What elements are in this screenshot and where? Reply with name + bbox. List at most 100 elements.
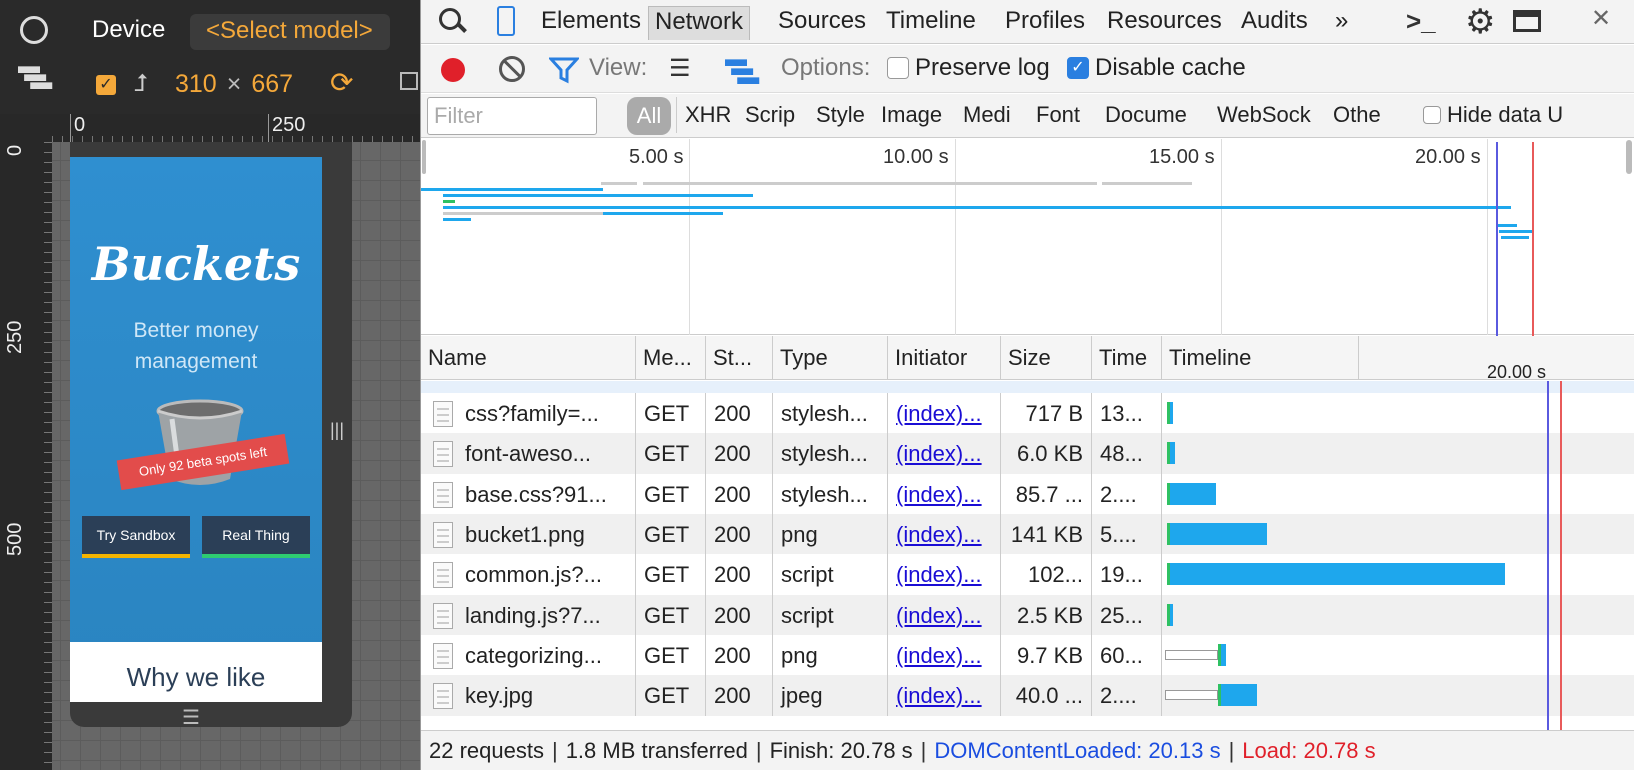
filter-all-button[interactable]: All	[627, 97, 671, 135]
timeline-bar[interactable]	[1217, 684, 1257, 707]
filter-xhr[interactable]: XHR	[685, 102, 730, 128]
view-label: View:	[589, 54, 648, 81]
clear-icon[interactable]	[499, 56, 525, 82]
column-size[interactable]: Size	[1001, 336, 1092, 380]
width-input[interactable]: 310	[175, 70, 217, 98]
emulated-page[interactable]: Buckets Better money management Only 92 …	[70, 157, 322, 702]
cell-time: 19...	[1092, 554, 1162, 596]
close-icon[interactable]: ✕	[1591, 4, 1611, 33]
filter-media[interactable]: Medi	[963, 102, 1019, 128]
timeline-bar[interactable]	[1166, 442, 1176, 465]
device-model-select[interactable]: <Select model>	[190, 14, 390, 50]
cell-time: 13...	[1092, 393, 1162, 434]
domcontentloaded-time: DOMContentLoaded: 20.13 s	[934, 738, 1221, 763]
record-button[interactable]	[441, 58, 465, 82]
timeline-bar[interactable]	[1166, 482, 1216, 505]
timeline-bar[interactable]	[1166, 603, 1174, 626]
media-query-icon[interactable]: ▬ ▬ ▬	[18, 55, 52, 93]
disable-cache-label: Disable cache	[1095, 54, 1246, 81]
ruler-tick	[268, 114, 269, 142]
cell-type: stylesh...	[773, 393, 888, 434]
cell-size: 717 B	[1001, 393, 1092, 434]
filter-websockets[interactable]: WebSock	[1217, 102, 1321, 128]
disable-emulation-icon[interactable]	[20, 16, 48, 44]
brand-logo: Buckets	[91, 237, 301, 291]
tab-profiles[interactable]: Profiles	[999, 6, 1091, 40]
tab-sources[interactable]: Sources	[772, 6, 872, 40]
timeline-bar[interactable]	[1166, 563, 1505, 586]
fit-to-window-icon[interactable]	[400, 72, 418, 90]
overview-tick-label: 15.00 s	[1149, 146, 1215, 168]
overview-icon[interactable]: ▬ ▬ ▬	[725, 48, 759, 88]
height-input[interactable]: 667	[251, 70, 293, 98]
cell-initiator[interactable]: (index)...	[888, 634, 1001, 676]
device-mode-checkbox[interactable]: ✓	[96, 75, 116, 95]
column-timeline[interactable]: Timeline	[1162, 336, 1634, 380]
load-line	[1560, 381, 1562, 730]
cell-status: 200	[706, 473, 773, 515]
tab-network[interactable]: Network	[648, 6, 751, 40]
try-sandbox-button[interactable]: Try Sandbox	[82, 516, 190, 558]
tab-audits[interactable]: Audits	[1235, 6, 1314, 40]
timeline-bar[interactable]	[1217, 643, 1227, 666]
rotate-icon[interactable]: ⟳	[330, 66, 353, 99]
status-bar: 22 requests | 1.8 MB transferred | Finish: 2…	[421, 730, 1634, 770]
column-method[interactable]: Me...	[636, 336, 706, 380]
timeline-bar-waiting	[1166, 603, 1170, 626]
filter-styles[interactable]: Style	[816, 102, 866, 128]
filter-scripts[interactable]: Scrip	[745, 102, 802, 128]
large-rows-icon[interactable]: ☰	[669, 54, 691, 83]
overview-gridline	[1487, 139, 1488, 335]
tagline: Better money management	[70, 315, 322, 377]
cell-name: common.js?...	[421, 554, 636, 596]
swap-dimensions-icon[interactable]: ⮥	[134, 70, 148, 98]
tab-resources[interactable]: Resources	[1101, 6, 1228, 40]
tab-timeline[interactable]: Timeline	[880, 6, 982, 40]
column-name[interactable]: Name	[421, 336, 636, 380]
tagline-line: Better money	[133, 319, 259, 342]
timeline-bar[interactable]	[1166, 402, 1174, 424]
device-emulation-pane: ▬ ▬ ▬ Device <Select model> ✓ ⮥ 310 × 667 …	[0, 0, 420, 770]
column-initiator[interactable]: Initiator	[888, 336, 1001, 380]
devtools-window: ▬ ▬ ▬ Device <Select model> ✓ ⮥ 310 × 667 …	[0, 0, 1634, 770]
tab-elements[interactable]: Elements	[535, 6, 647, 40]
separator: |	[755, 738, 762, 763]
filter-input[interactable]	[427, 97, 597, 135]
cell-initiator[interactable]: (index)...	[888, 473, 1001, 515]
disable-cache-checkbox[interactable]: ✓	[1067, 57, 1089, 79]
cell-initiator[interactable]: (index)...	[888, 433, 1001, 475]
console-drawer-icon[interactable]: >_	[1406, 6, 1436, 37]
filter-images[interactable]: Image	[881, 102, 949, 128]
overview-left-handle[interactable]	[422, 140, 426, 174]
dock-side-icon[interactable]	[1513, 10, 1541, 32]
filter-icon[interactable]	[549, 56, 579, 84]
table-row-partial[interactable]	[421, 381, 1634, 393]
cell-initiator[interactable]: (index)...	[888, 554, 1001, 596]
settings-gear-icon[interactable]: ⚙	[1465, 2, 1495, 42]
overview-bar	[1497, 224, 1517, 227]
column-type[interactable]: Type	[773, 336, 888, 380]
filter-documents[interactable]: Docume	[1105, 102, 1203, 128]
more-tabs-icon[interactable]: »	[1329, 6, 1354, 40]
device-toolbar: ▬ ▬ ▬ Device <Select model> ✓ ⮥ 310 × 667 …	[0, 0, 420, 114]
real-thing-button[interactable]: Real Thing	[202, 516, 310, 558]
cell-initiator[interactable]: (index)...	[888, 393, 1001, 434]
resize-grip-icon[interactable]: |||	[330, 420, 344, 441]
device-mode-icon[interactable]	[497, 6, 515, 36]
overview-right-handle[interactable]	[1626, 140, 1632, 174]
cell-size: 85.7 ...	[1001, 473, 1092, 515]
cell-initiator[interactable]: (index)...	[888, 594, 1001, 636]
device-menu-icon[interactable]: ☰	[182, 705, 200, 730]
timeline-bar[interactable]	[1166, 522, 1267, 545]
column-status[interactable]: St...	[706, 336, 773, 380]
cell-initiator[interactable]: (index)...	[888, 675, 1001, 717]
hide-data-urls-checkbox[interactable]	[1423, 106, 1441, 124]
preserve-log-checkbox[interactable]	[887, 57, 909, 79]
times-symbol: ×	[226, 70, 242, 98]
cell-initiator[interactable]: (index)...	[888, 513, 1001, 555]
separator: |	[920, 738, 927, 763]
cell-method: GET	[636, 433, 706, 475]
filter-fonts[interactable]: Font	[1036, 102, 1091, 128]
filter-other[interactable]: Othe	[1333, 102, 1389, 128]
column-time[interactable]: Time	[1092, 336, 1162, 380]
